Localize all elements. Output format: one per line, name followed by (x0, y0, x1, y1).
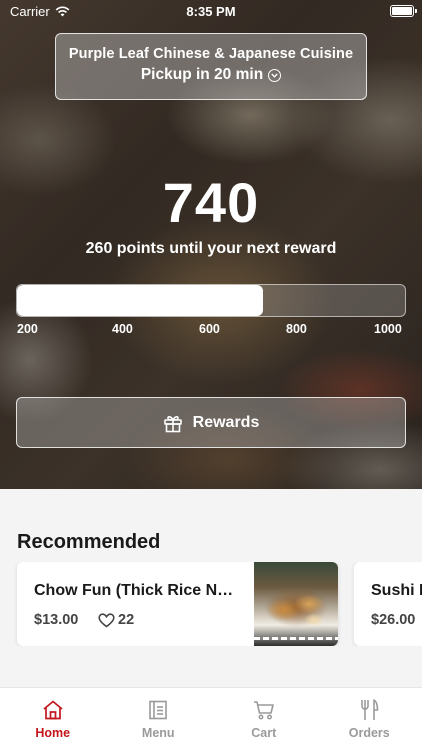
tick-label: 200 (17, 322, 38, 336)
gift-icon (163, 415, 182, 432)
bottom-tab-bar: Home Menu Cart Orders (0, 687, 422, 750)
progress-tick-labels: 200 400 600 800 1000 (17, 322, 407, 338)
pickup-time-label: Pickup in 20 min (140, 66, 264, 83)
tab-orders[interactable]: Orders (317, 688, 422, 750)
item-likes-count: 22 (118, 612, 135, 628)
hero-background: Carrier 8:35 PM Purple Leaf Chinese & Ja… (0, 0, 422, 489)
tab-orders-label: Orders (348, 726, 390, 740)
status-bar: Carrier 8:35 PM (0, 0, 422, 22)
status-time: 8:35 PM (186, 4, 236, 19)
battery-icon (390, 5, 417, 17)
tab-menu[interactable]: Menu (106, 688, 212, 750)
heart-outline-icon (98, 612, 115, 627)
rewards-button[interactable]: Rewards (16, 397, 406, 448)
restaurant-name: Purple Leaf Chinese & Japanese Cuisine (68, 46, 354, 62)
points-balance: 740 (162, 171, 260, 234)
tick-label: 1000 (374, 322, 402, 336)
tab-cart[interactable]: Cart (211, 688, 317, 750)
tab-home-label: Home (35, 726, 71, 740)
tick-label: 800 (286, 322, 307, 336)
home-icon (43, 700, 63, 720)
item-price: $13.00 (34, 612, 79, 628)
points-progress-bar (16, 284, 406, 317)
recommended-carousel[interactable]: Chow Fun (Thick Rice N… $13.00 22 Sushi … (0, 562, 422, 646)
item-price: $26.00 (371, 612, 416, 628)
tab-home[interactable]: Home (0, 688, 106, 750)
item-name: Sushi L (371, 582, 422, 599)
fork-knife-icon (361, 699, 379, 720)
pickup-time: Pickup in 20 min (140, 66, 282, 84)
location-selector[interactable]: Purple Leaf Chinese & Japanese Cuisine P… (55, 33, 367, 100)
item-name: Chow Fun (Thick Rice N… (34, 582, 234, 599)
item-likes[interactable]: 22 (98, 612, 134, 628)
tick-label: 600 (199, 322, 220, 336)
tick-label: 400 (112, 322, 133, 336)
item-photo (254, 562, 338, 646)
tab-cart-label: Cart (251, 726, 277, 740)
points-progress-fill (17, 285, 264, 316)
menu-book-icon (149, 700, 168, 720)
recommended-item-card[interactable]: Chow Fun (Thick Rice N… $13.00 22 (17, 562, 338, 646)
recommended-title: Recommended (17, 531, 161, 553)
recommended-item-card[interactable]: Sushi L $26.00 (354, 562, 422, 646)
cart-icon (253, 701, 274, 720)
chevron-down-circle-icon (268, 68, 282, 82)
rewards-button-label: Rewards (192, 413, 260, 431)
points-until-reward: 260 points until your next reward (85, 240, 337, 257)
tab-menu-label: Menu (141, 726, 175, 740)
